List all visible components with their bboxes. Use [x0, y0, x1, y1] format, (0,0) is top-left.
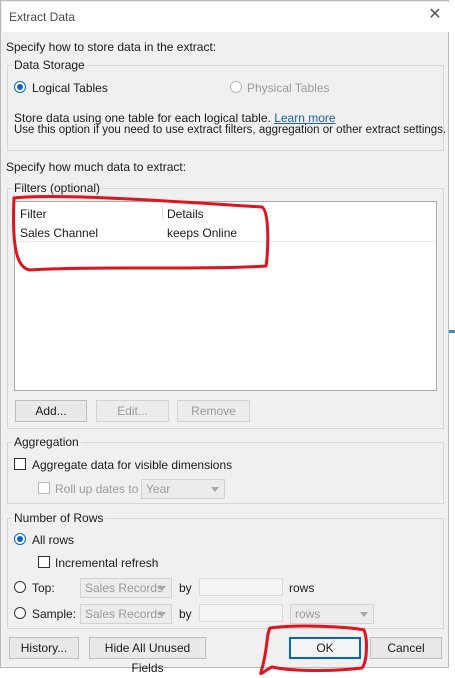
column-header-filter[interactable]: Filter [20, 207, 47, 221]
logical-tables-radio[interactable] [14, 81, 26, 93]
storage-description-line1: Store data using one table for each logi… [14, 111, 336, 125]
store-prompt: Specify how to store data in the extract… [6, 40, 217, 54]
chevron-down-icon [211, 487, 219, 492]
cancel-button[interactable]: Cancel [370, 637, 442, 659]
dialog-title: Extract Data [9, 10, 76, 24]
top-rows-label: rows [289, 581, 315, 595]
history-button[interactable]: History... [9, 637, 79, 659]
sample-by-label: by [179, 607, 192, 621]
chevron-down-icon [158, 612, 166, 617]
storage-description-text: Store data using one table for each logi… [14, 111, 271, 125]
logical-tables-label[interactable]: Logical Tables [32, 81, 108, 95]
details-cell: keeps Online [167, 226, 238, 240]
ok-button[interactable]: OK [289, 637, 361, 659]
number-of-rows-label: Number of Rows [12, 511, 106, 525]
incremental-refresh-checkbox[interactable] [38, 556, 50, 568]
aggregation-label: Aggregation [12, 435, 81, 449]
extract-data-dialog: Extract Data ✕ Specify how to store data… [0, 0, 449, 675]
aggregate-label[interactable]: Aggregate data for visible dimensions [32, 458, 232, 472]
rollup-checkbox[interactable] [38, 482, 50, 494]
sample-field-select[interactable]: Sales Records [80, 604, 172, 624]
incremental-refresh-label[interactable]: Incremental refresh [55, 556, 158, 570]
row-divider [15, 241, 436, 242]
chevron-down-icon [158, 586, 166, 591]
all-rows-label[interactable]: All rows [32, 533, 74, 547]
top-field-select[interactable]: Sales Records [80, 578, 172, 598]
data-storage-group [7, 65, 444, 151]
sample-radio[interactable] [14, 607, 26, 619]
filters-label: Filters (optional) [12, 181, 103, 195]
sample-unit-select[interactable]: rows [290, 604, 374, 624]
top-radio[interactable] [14, 581, 26, 593]
aggregate-checkbox[interactable] [14, 458, 26, 470]
all-rows-radio[interactable] [14, 533, 26, 545]
top-field-value: Sales Records [85, 581, 164, 595]
rollup-label[interactable]: Roll up dates to [55, 482, 138, 496]
physical-tables-radio[interactable] [230, 81, 242, 93]
learn-more-link[interactable]: Learn more [274, 111, 335, 125]
storage-description-line2: Use this option if you need to use extra… [14, 124, 447, 136]
top-label[interactable]: Top: [32, 581, 55, 595]
filter-cell: Sales Channel [20, 226, 99, 240]
sample-unit-value: rows [295, 607, 321, 621]
top-count-input[interactable] [199, 578, 283, 596]
close-icon[interactable]: ✕ [427, 7, 443, 23]
rollup-select[interactable]: Year [141, 479, 225, 499]
top-by-label: by [179, 581, 192, 595]
edit-filter-button[interactable]: Edit... [96, 400, 169, 422]
amount-prompt: Specify how much data to extract: [6, 160, 187, 174]
sample-field-value: Sales Records [85, 607, 164, 621]
column-divider [162, 204, 163, 220]
rollup-select-value: Year [146, 482, 171, 496]
background-bar [449, 330, 455, 333]
remove-filter-button[interactable]: Remove [177, 400, 250, 422]
background-window-fragment [449, 0, 455, 678]
hide-unused-fields-button[interactable]: Hide All Unused Fields [89, 637, 206, 675]
sample-count-input[interactable] [199, 604, 283, 622]
column-header-details[interactable]: Details [167, 207, 204, 221]
add-filter-button[interactable]: Add... [15, 400, 87, 422]
sample-label[interactable]: Sample: [32, 607, 76, 621]
data-storage-label: Data Storage [12, 58, 87, 72]
chevron-down-icon [360, 612, 368, 617]
physical-tables-label[interactable]: Physical Tables [247, 81, 330, 95]
